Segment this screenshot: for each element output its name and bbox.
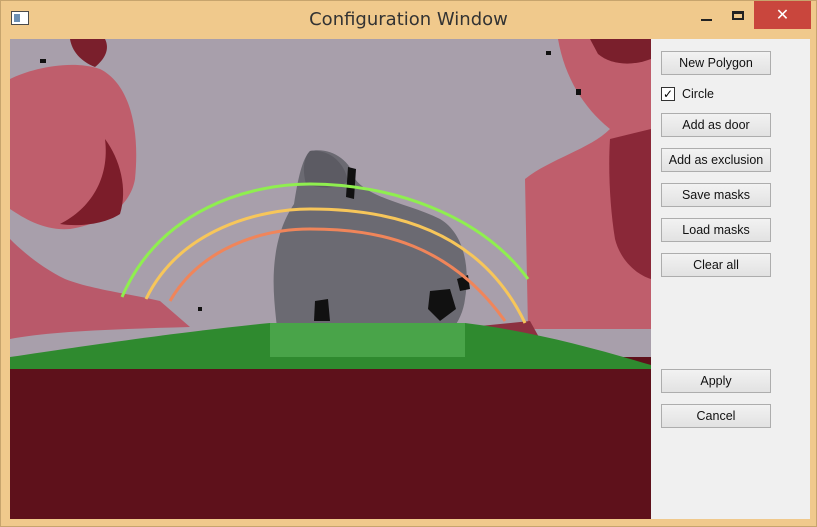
minimize-button[interactable]: [691, 1, 721, 29]
floor-highlight: [270, 323, 465, 357]
close-button[interactable]: ✕: [754, 1, 811, 29]
maximize-button[interactable]: [723, 1, 753, 29]
circle-checkbox[interactable]: ✓: [661, 87, 675, 101]
depth-speck: [40, 59, 46, 63]
maximize-icon: [732, 10, 744, 20]
close-icon: ✕: [775, 5, 790, 24]
add-as-exclusion-button[interactable]: Add as exclusion: [661, 148, 771, 172]
title-bar[interactable]: Configuration Window ✕: [1, 1, 816, 39]
exclusion-mask-bottom: [10, 357, 651, 519]
checkmark-icon: ✓: [662, 87, 674, 101]
new-polygon-button[interactable]: New Polygon: [661, 51, 771, 75]
control-panel: New Polygon ✓ Circle Add as door Add as …: [651, 39, 810, 519]
depth-image-canvas[interactable]: [10, 39, 651, 519]
add-as-door-button[interactable]: Add as door: [661, 113, 771, 137]
clear-all-button[interactable]: Clear all: [661, 253, 771, 277]
minimize-icon: [700, 19, 712, 21]
depth-hole-3: [314, 299, 330, 321]
circle-option[interactable]: ✓ Circle: [661, 85, 714, 103]
depth-speck: [576, 89, 581, 95]
configuration-window: Configuration Window ✕ New Polygon ✓ Cir…: [0, 0, 817, 527]
load-masks-button[interactable]: Load masks: [661, 218, 771, 242]
depth-speck: [198, 307, 202, 311]
depth-image: [10, 39, 651, 519]
save-masks-button[interactable]: Save masks: [661, 183, 771, 207]
apply-button[interactable]: Apply: [661, 369, 771, 393]
app-icon: [11, 11, 29, 25]
circle-label: Circle: [682, 87, 714, 101]
cancel-button[interactable]: Cancel: [661, 404, 771, 428]
depth-speck: [546, 51, 551, 55]
